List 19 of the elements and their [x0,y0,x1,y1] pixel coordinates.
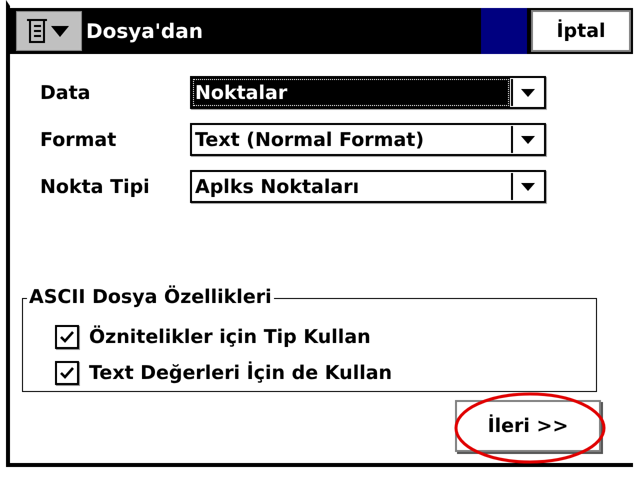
field-label: Nokta Tipi [40,176,151,198]
dropdown[interactable]: Text (Normal Format) [190,123,546,156]
dropdown-value: Text (Normal Format) [194,128,426,152]
window-title: Dosya'dan [86,19,204,43]
menu-button[interactable] [16,11,82,51]
checkbox-label: Öznitelikler için Tip Kullan [89,326,371,348]
dropdown-value: Aplks Noktaları [194,174,360,200]
checkbox[interactable] [55,325,79,349]
field-label: Data [40,82,92,104]
dropdown[interactable]: Aplks Noktaları [190,170,546,203]
dropdown-value: Noktalar [192,78,510,107]
field-label: Format [40,128,118,150]
checkbox[interactable] [55,361,79,385]
status-indicator [481,8,527,54]
dropdown[interactable]: Noktalar [190,76,546,109]
group-title: ASCII Dosya Özellikleri [27,286,274,308]
checkbox-label: Text Değerleri İçin de Kullan [89,362,392,384]
next-button[interactable]: İleri >> [455,400,601,452]
cancel-button[interactable]: İptal [531,10,631,52]
